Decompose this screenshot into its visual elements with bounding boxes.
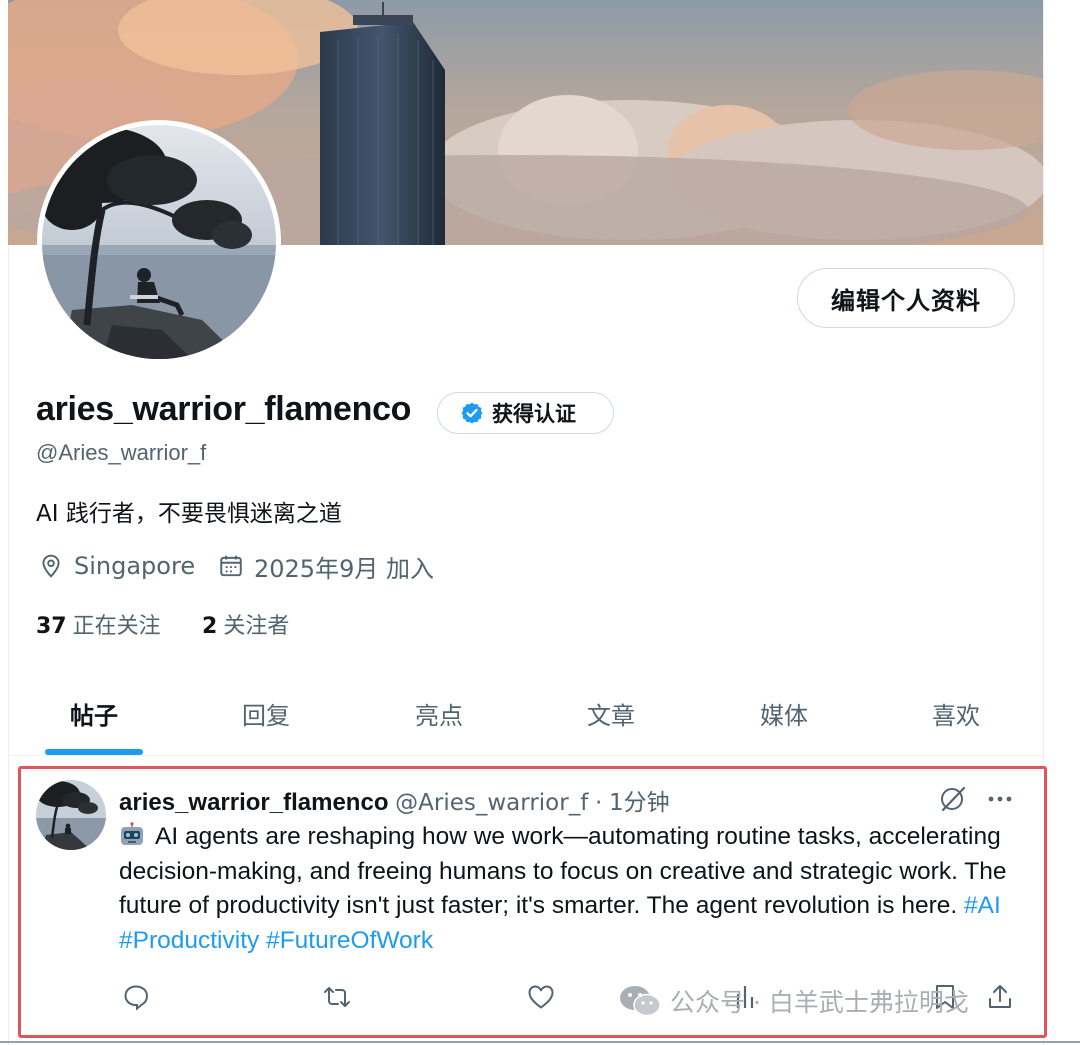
location-text: Singapore <box>74 552 196 580</box>
like-icon[interactable] <box>526 982 556 1012</box>
profile-join-date: 2025年9月 加入 <box>218 549 434 583</box>
followers-link[interactable]: 2 关注者 <box>202 608 289 640</box>
following-link[interactable]: 37 正在关注 <box>36 608 161 640</box>
profile-bio: AI 践行者，不要畏惧迷离之道 <box>36 501 342 527</box>
tab-posts[interactable]: 帖子 <box>70 696 118 731</box>
hashtag-futureofwork[interactable]: #FutureOfWork <box>266 927 433 954</box>
share-icon[interactable] <box>985 982 1015 1012</box>
post-separator: · <box>594 790 603 816</box>
repost-icon[interactable] <box>322 982 352 1012</box>
post-author-name[interactable]: aries_warrior_flamenco <box>119 789 388 816</box>
post-author-avatar[interactable] <box>36 780 106 850</box>
get-verified-button[interactable]: 获得认证 <box>437 392 614 434</box>
hashtag-productivity[interactable]: #Productivity <box>119 927 259 954</box>
following-label: 正在关注 <box>72 614 161 639</box>
reply-icon[interactable] <box>121 982 151 1012</box>
avatar-image <box>42 125 276 359</box>
join-date-text: 2025年9月 加入 <box>254 554 434 583</box>
edit-profile-button[interactable]: 编辑个人资料 <box>797 268 1015 328</box>
following-count: 37 <box>36 614 67 639</box>
tab-replies[interactable]: 回复 <box>242 696 290 731</box>
hashtag-ai[interactable]: #AI <box>964 892 1001 919</box>
profile-handle: @Aries_warrior_f <box>36 440 207 465</box>
post-author-handle[interactable]: @Aries_warrior_f <box>395 790 588 816</box>
followers-label: 关注者 <box>223 614 290 639</box>
tab-media[interactable]: 媒体 <box>760 696 808 731</box>
tabs-divider <box>8 755 1043 756</box>
profile-avatar[interactable] <box>37 120 281 364</box>
profile-location: Singapore <box>38 549 195 583</box>
wechat-watermark: 公众号 · 白羊武士弗拉明戈 <box>618 983 969 1019</box>
post-text: AI agents are reshaping how we work—auto… <box>119 823 1007 919</box>
tab-highlights[interactable]: 亮点 <box>415 696 463 731</box>
post-timestamp[interactable]: 1分钟 <box>609 790 670 816</box>
followers-count: 2 <box>202 614 218 639</box>
wechat-icon <box>620 986 661 1017</box>
robot-icon <box>121 822 143 845</box>
tab-articles[interactable]: 文章 <box>587 696 635 731</box>
location-pin-icon <box>42 554 60 578</box>
watermark-text: 公众号 · 白羊武士弗拉明戈 <box>670 988 969 1017</box>
profile-display-name: aries_warrior_flamenco <box>36 390 412 428</box>
grok-icon[interactable] <box>938 784 968 814</box>
tab-likes[interactable]: 喜欢 <box>932 696 980 731</box>
post-header: aries_warrior_flamenco @Aries_warrior_f … <box>119 783 670 817</box>
post-body: AI agents are reshaping how we work—auto… <box>119 820 1019 958</box>
post-avatar-image <box>36 780 106 850</box>
calendar-icon <box>220 555 242 577</box>
get-verified-label: 获得认证 <box>492 402 576 426</box>
more-options-icon[interactable] <box>985 786 1015 812</box>
frame-border-bottom <box>0 1041 1080 1043</box>
verified-badge-icon <box>461 402 483 424</box>
